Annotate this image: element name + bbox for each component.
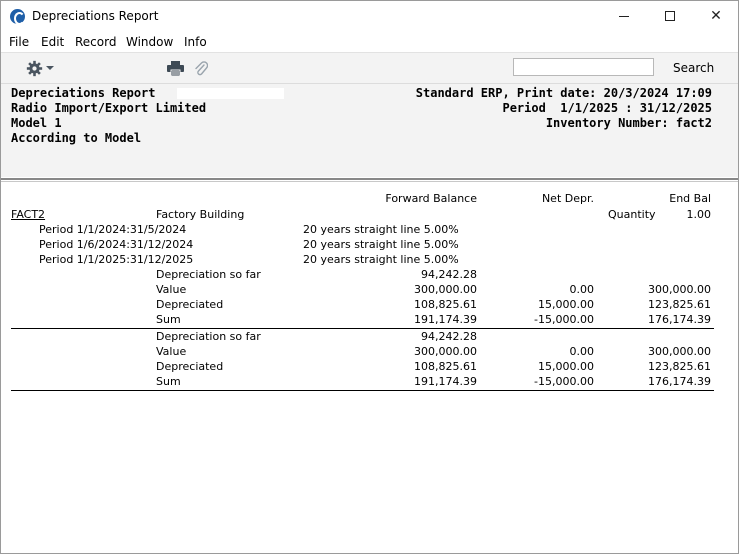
calc-basis: According to Model <box>11 131 142 145</box>
total-rule-bottom <box>11 390 714 391</box>
company-name: Radio Import/Export Limited <box>11 101 207 115</box>
total-forward: 94,242.28 <box>421 330 477 343</box>
menu-window[interactable]: Window <box>126 35 173 49</box>
summary-end: 123,825.61 <box>648 298 711 311</box>
total-rule-top <box>11 328 714 329</box>
paperclip-icon[interactable] <box>194 60 208 77</box>
maximize-button[interactable] <box>647 1 693 32</box>
app-logo-icon <box>10 9 25 25</box>
summary-net: -15,000.00 <box>534 313 594 326</box>
summary-forward: 94,242.28 <box>421 268 477 281</box>
period-row: Period 1/1/2024:31/5/2024 <box>39 223 187 236</box>
total-label: Value <box>156 345 187 358</box>
total-net: 0.00 <box>569 345 595 358</box>
col-header-end-bal: End Bal <box>669 192 711 205</box>
total-label: Depreciation so far <box>156 330 261 343</box>
model-label: Model 1 <box>11 116 62 130</box>
summary-label: Sum <box>156 313 181 326</box>
summary-forward: 300,000.00 <box>414 283 477 296</box>
summary-net: 15,000.00 <box>538 298 594 311</box>
menu-file[interactable]: File <box>9 35 29 49</box>
report-header: Depreciations Report Radio Import/Export… <box>1 83 738 177</box>
redacted-field <box>177 88 284 99</box>
toolbar: Search <box>1 52 738 83</box>
total-end: 123,825.61 <box>648 360 711 373</box>
quantity-label: Quantity <box>608 208 656 221</box>
col-header-net-depr: Net Depr. <box>541 192 594 205</box>
summary-end: 300,000.00 <box>648 283 711 296</box>
report-body: Forward Balance Net Depr. End Bal FACT2 … <box>1 184 738 552</box>
search-button[interactable]: Search <box>673 61 714 75</box>
period-method: 20 years straight line 5.00% <box>303 223 459 236</box>
header-divider-light <box>1 181 738 182</box>
summary-label: Depreciated <box>156 298 224 311</box>
maximize-icon <box>665 11 675 21</box>
total-forward: 300,000.00 <box>414 345 477 358</box>
summary-forward: 191,174.39 <box>414 313 477 326</box>
close-button[interactable]: ✕ <box>693 1 739 32</box>
total-label: Sum <box>156 375 181 388</box>
summary-net: 0.00 <box>569 283 595 296</box>
total-end: 176,174.39 <box>648 375 711 388</box>
period-row: Period 1/1/2025:31/12/2025 <box>39 253 194 266</box>
period-method: 20 years straight line 5.00% <box>303 238 459 251</box>
summary-forward: 108,825.61 <box>414 298 477 311</box>
total-forward: 108,825.61 <box>414 360 477 373</box>
report-window: Depreciations Report ✕ File Edit Record … <box>0 0 739 554</box>
header-divider <box>1 178 738 180</box>
quantity-value: 1.00 <box>686 208 712 221</box>
window-title: Depreciations Report <box>32 9 159 23</box>
period-method: 20 years straight line 5.00% <box>303 253 459 266</box>
summary-label: Depreciation so far <box>156 268 261 281</box>
asset-name: Factory Building <box>156 208 245 221</box>
print-icon[interactable] <box>167 61 184 76</box>
total-net: 15,000.00 <box>538 360 594 373</box>
menu-bar: File Edit Record Window Info <box>1 32 738 52</box>
chevron-down-icon[interactable] <box>46 66 54 70</box>
menu-info[interactable]: Info <box>184 35 207 49</box>
inventory-number: Inventory Number: fact2 <box>545 116 712 130</box>
total-forward: 191,174.39 <box>414 375 477 388</box>
minimize-button[interactable] <box>601 1 647 32</box>
menu-edit[interactable]: Edit <box>41 35 64 49</box>
minimize-icon <box>619 15 629 17</box>
total-label: Depreciated <box>156 360 224 373</box>
asset-code-link[interactable]: FACT2 <box>11 208 45 221</box>
summary-end: 176,174.39 <box>648 313 711 326</box>
summary-label: Value <box>156 283 187 296</box>
period-row: Period 1/6/2024:31/12/2024 <box>39 238 194 251</box>
total-net: -15,000.00 <box>534 375 594 388</box>
title-bar: Depreciations Report ✕ <box>1 1 738 32</box>
report-period: Period 1/1/2025 : 31/12/2025 <box>502 101 712 115</box>
menu-record[interactable]: Record <box>75 35 116 49</box>
total-end: 300,000.00 <box>648 345 711 358</box>
col-header-forward-balance: Forward Balance <box>385 192 477 205</box>
report-title: Depreciations Report <box>11 86 156 100</box>
gear-icon[interactable] <box>26 60 43 77</box>
search-input[interactable] <box>513 58 654 76</box>
print-info: Standard ERP, Print date: 20/3/2024 17:0… <box>415 86 712 100</box>
